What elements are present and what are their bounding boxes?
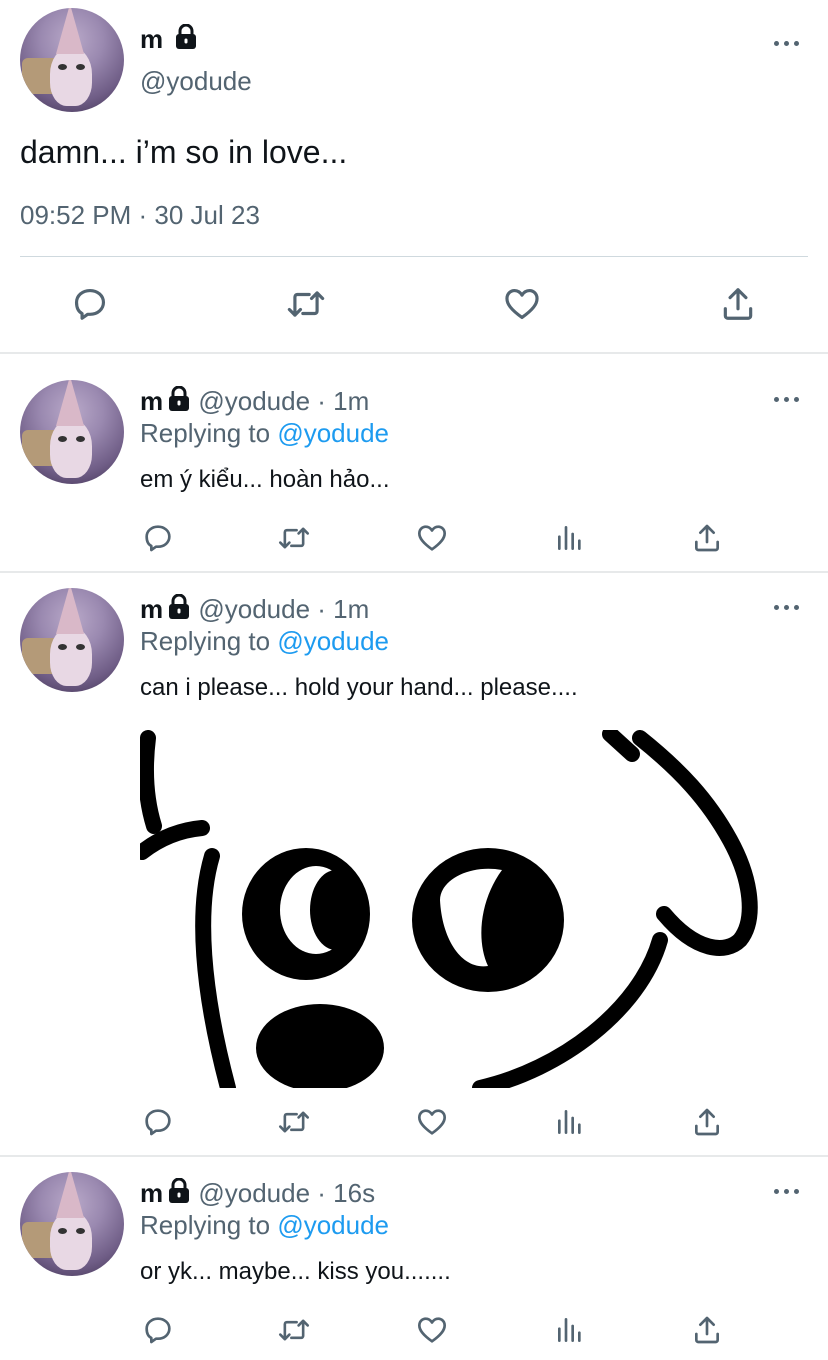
tweet-text: damn... i’m so in love... bbox=[20, 134, 348, 170]
tweet-text: em ý kiểu... hoàn hảo... bbox=[140, 466, 390, 493]
retweet-button[interactable] bbox=[276, 1104, 312, 1140]
tweet-header: m @yodude · 1m bbox=[140, 594, 370, 624]
retweet-icon bbox=[287, 291, 325, 317]
display-name[interactable]: m bbox=[140, 386, 163, 416]
handle[interactable]: @yodude bbox=[198, 386, 310, 416]
tweet-header: m @yodude · 1m bbox=[140, 386, 370, 416]
retweet-button[interactable] bbox=[282, 282, 330, 326]
lock-icon bbox=[169, 594, 190, 619]
share-icon bbox=[695, 1108, 719, 1136]
retweet-button[interactable] bbox=[276, 520, 312, 556]
like-button[interactable] bbox=[414, 1104, 450, 1140]
reply-button[interactable] bbox=[66, 282, 114, 326]
mention-link[interactable]: @yodude bbox=[277, 626, 389, 656]
retweet-icon bbox=[278, 1319, 310, 1341]
relative-time[interactable]: 1m bbox=[333, 386, 369, 416]
avatar[interactable] bbox=[20, 380, 124, 484]
share-button[interactable] bbox=[689, 1104, 725, 1140]
replying-to: Replying to @yodude bbox=[140, 626, 390, 656]
avatar[interactable] bbox=[20, 588, 124, 692]
avatar[interactable] bbox=[20, 8, 124, 112]
views-button[interactable] bbox=[552, 1104, 588, 1140]
retweet-icon bbox=[278, 527, 310, 549]
mention-link[interactable]: @yodude bbox=[277, 1210, 389, 1240]
separator bbox=[0, 571, 828, 573]
heart-icon bbox=[418, 1317, 446, 1343]
more-icon[interactable] bbox=[772, 38, 802, 48]
divider bbox=[20, 256, 808, 257]
retweet-icon bbox=[278, 1111, 310, 1133]
share-button[interactable] bbox=[689, 1312, 725, 1348]
share-button[interactable] bbox=[714, 282, 762, 326]
separator bbox=[0, 1155, 828, 1157]
tweet-text: or yk... maybe... kiss you....... bbox=[140, 1258, 451, 1285]
relative-time[interactable]: 16s bbox=[333, 1178, 375, 1208]
more-icon[interactable] bbox=[772, 394, 802, 404]
views-button[interactable] bbox=[552, 520, 588, 556]
handle[interactable]: @yodude bbox=[198, 594, 310, 624]
heart-icon bbox=[418, 525, 446, 551]
tweet-header: m @yodude · 16s bbox=[140, 1178, 376, 1208]
bar-chart-icon bbox=[558, 1318, 581, 1342]
bar-chart-icon bbox=[558, 1110, 581, 1134]
reply-icon bbox=[145, 1109, 171, 1136]
relative-time[interactable]: 1m bbox=[333, 594, 369, 624]
reply-icon bbox=[145, 1317, 171, 1344]
lock-icon bbox=[169, 386, 190, 411]
separator bbox=[0, 352, 828, 354]
more-icon[interactable] bbox=[772, 602, 802, 612]
display-name[interactable]: m bbox=[140, 1178, 163, 1208]
share-icon bbox=[695, 1316, 719, 1344]
reply-button[interactable] bbox=[140, 1104, 176, 1140]
share-icon bbox=[695, 524, 719, 552]
replying-to: Replying to @yodude bbox=[140, 1210, 390, 1240]
reply-icon bbox=[74, 288, 106, 320]
share-button[interactable] bbox=[689, 520, 725, 556]
tweet-timestamp[interactable]: 09:52 PM · 30 Jul 23 bbox=[20, 200, 260, 231]
mention-link[interactable]: @yodude bbox=[277, 418, 389, 448]
more-icon[interactable] bbox=[772, 1186, 802, 1196]
cartoon-face-image bbox=[140, 730, 758, 1088]
heart-icon bbox=[418, 1109, 446, 1135]
retweet-button[interactable] bbox=[276, 1312, 312, 1348]
reply-button[interactable] bbox=[140, 520, 176, 556]
like-button[interactable] bbox=[414, 520, 450, 556]
reply-icon bbox=[145, 525, 171, 552]
share-icon bbox=[723, 288, 753, 320]
reply-button[interactable] bbox=[140, 1312, 176, 1348]
tweet-image[interactable] bbox=[140, 730, 760, 1088]
display-name[interactable]: m bbox=[140, 594, 163, 624]
display-name[interactable]: m bbox=[140, 24, 198, 55]
replying-to: Replying to @yodude bbox=[140, 418, 390, 448]
lock-icon bbox=[176, 24, 197, 49]
handle[interactable]: @yodude bbox=[140, 66, 252, 97]
tweet-text: can i please... hold your hand... please… bbox=[140, 674, 578, 701]
like-button[interactable] bbox=[414, 1312, 450, 1348]
bar-chart-icon bbox=[558, 526, 581, 550]
handle[interactable]: @yodude bbox=[198, 1178, 310, 1208]
views-button[interactable] bbox=[552, 1312, 588, 1348]
like-button[interactable] bbox=[498, 282, 546, 326]
avatar[interactable] bbox=[20, 1172, 124, 1276]
lock-icon bbox=[169, 1178, 190, 1203]
heart-icon bbox=[505, 288, 539, 320]
